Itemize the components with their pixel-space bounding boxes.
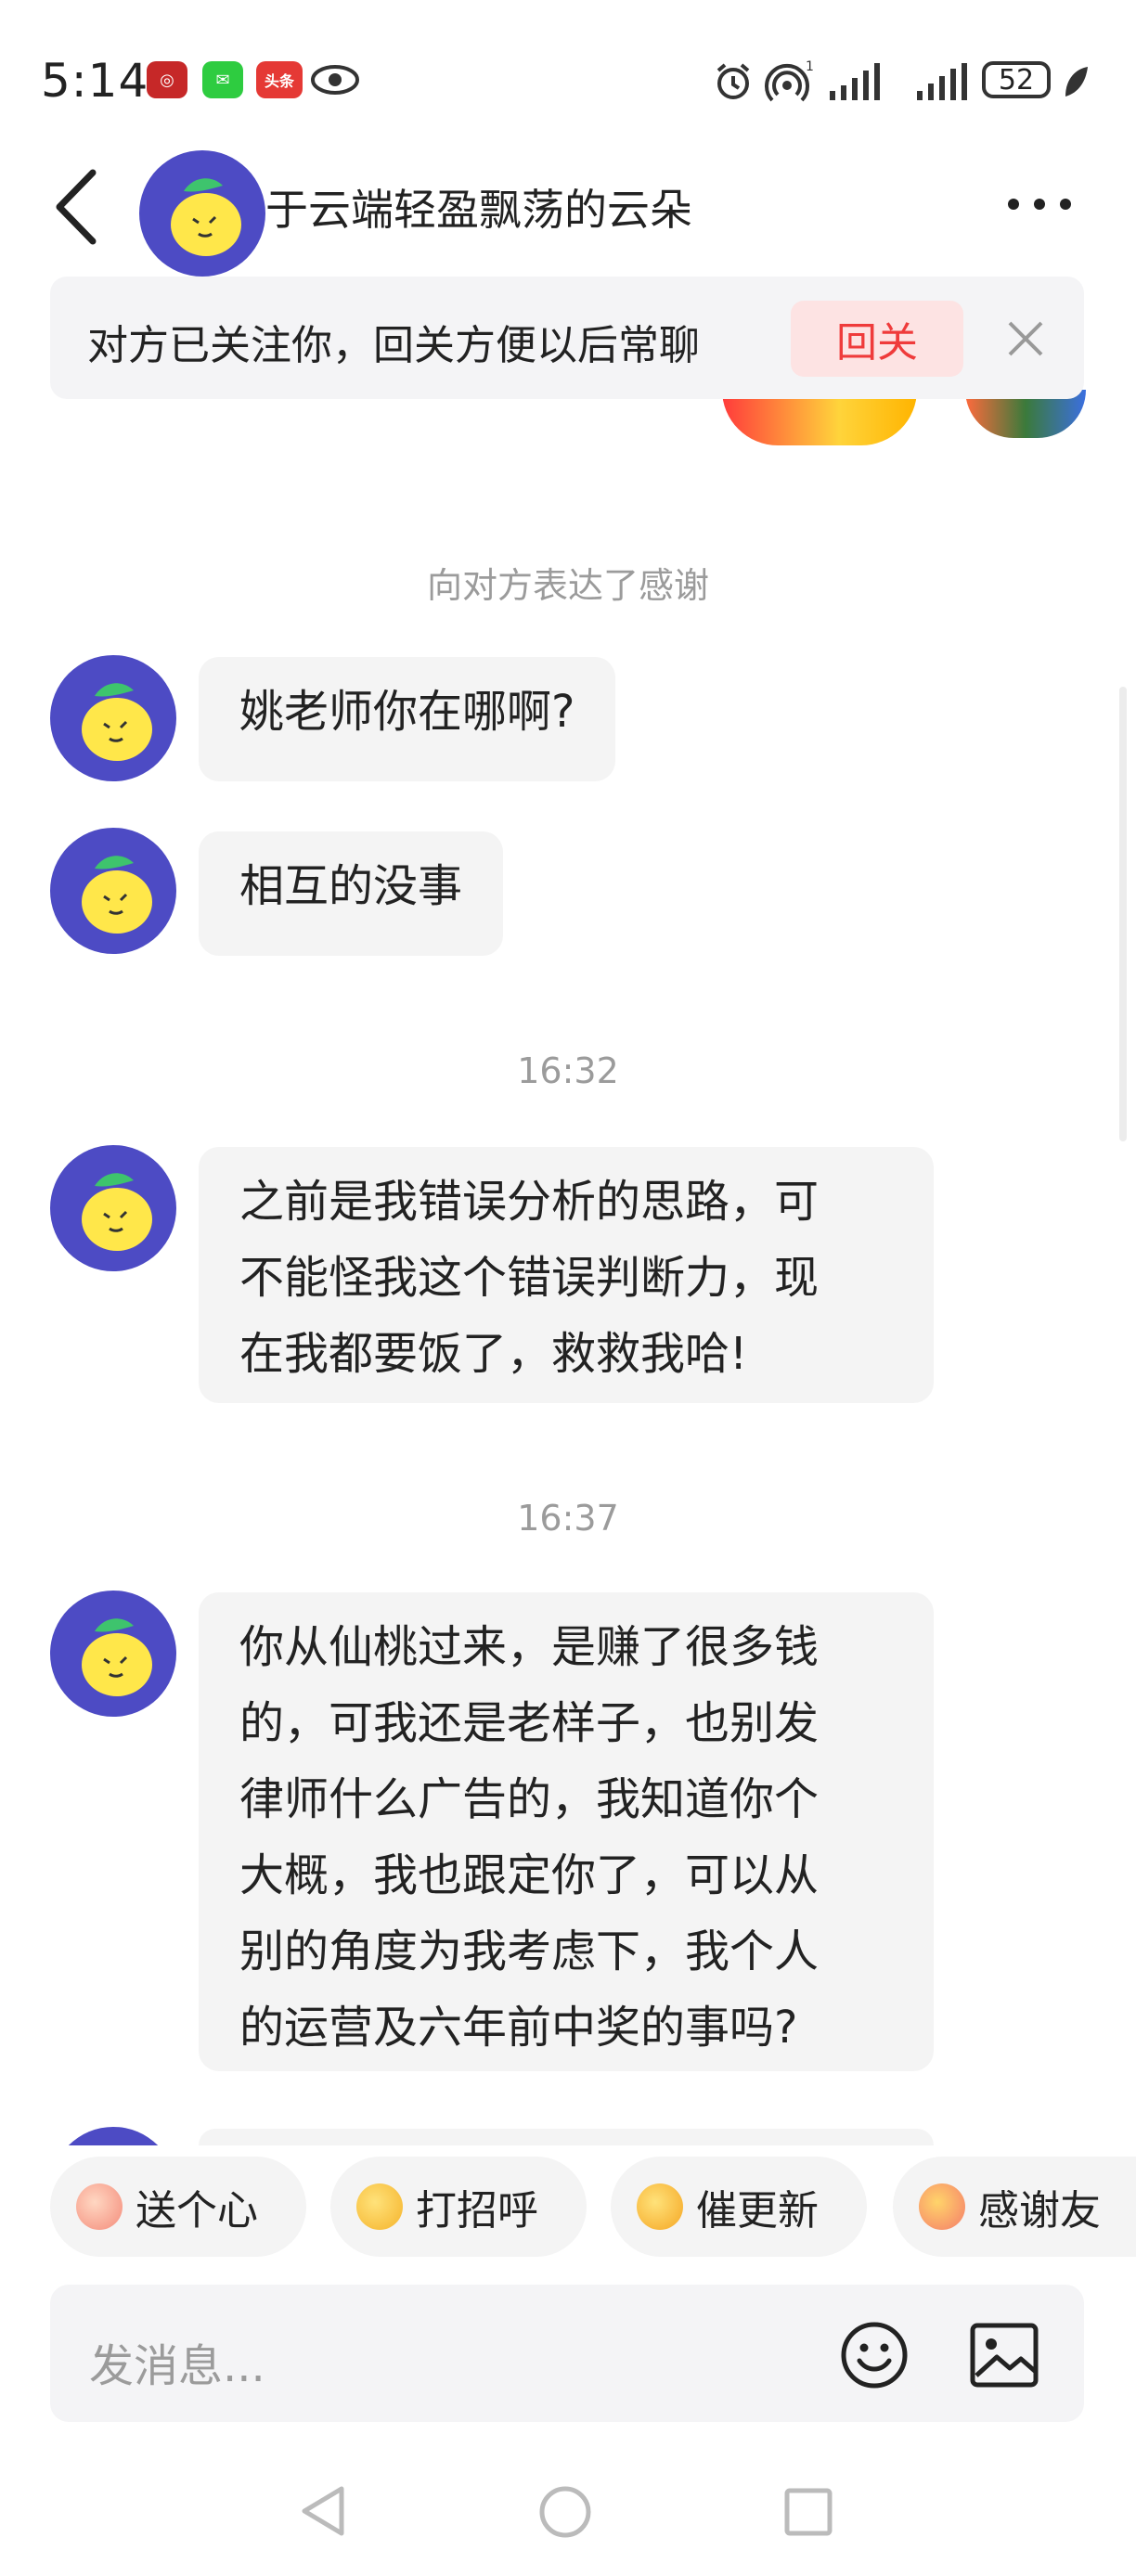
message-avatar[interactable] <box>50 1145 176 1271</box>
nav-home-icon[interactable] <box>538 2485 592 2539</box>
message-line: 不能怪我这个错误判断力，现 <box>239 1252 820 1304</box>
eye-icon <box>311 65 359 95</box>
quick-reply-label: 催更新 <box>696 2187 819 2235</box>
hug-emoji-icon <box>919 2183 965 2230</box>
wechat-icon: ✉ <box>202 61 243 98</box>
lemon-avatar-icon <box>82 856 152 934</box>
timestamp: 16:32 <box>517 1050 619 1091</box>
lemon-avatar-icon <box>82 1618 152 1696</box>
scrollbar[interactable] <box>1119 687 1127 1141</box>
lemon-avatar-icon <box>171 178 241 256</box>
alarm-icon <box>716 63 750 99</box>
contact-avatar[interactable] <box>139 150 265 277</box>
svg-text:1: 1 <box>806 59 813 74</box>
quick-reply-label: 打招呼 <box>416 2187 538 2235</box>
wave-emoji-icon <box>356 2183 403 2230</box>
quick-reply-thank-friend[interactable]: 感谢友 <box>893 2157 1136 2257</box>
toutiao-icon: 头条 <box>256 61 303 98</box>
hurry-emoji-icon <box>637 2183 683 2230</box>
more-dots-icon[interactable] <box>1002 186 1077 223</box>
quick-reply-label: 感谢友 <box>978 2187 1101 2235</box>
message-text: 相互的没事 <box>239 860 463 912</box>
quick-reply-send-heart[interactable]: 送个心 <box>50 2157 306 2257</box>
status-time: 5:14 <box>41 54 149 108</box>
message-line: 之前是我错误分析的思路，可 <box>239 1176 820 1228</box>
signal-icon <box>830 63 880 100</box>
message-avatar[interactable] <box>50 828 176 954</box>
nav-recent-icon[interactable] <box>783 2487 833 2537</box>
message-bubble[interactable]: 相互的没事 <box>199 831 504 956</box>
message-bubble[interactable]: 姚老师你在哪啊? <box>199 657 616 781</box>
follow-banner-text: 对方已关注你，回关方便以后常聊 <box>87 322 700 369</box>
contact-name: 于云端轻盈飘荡的云朵 <box>265 185 692 235</box>
signal-icon <box>917 63 967 100</box>
lemon-avatar-icon <box>82 683 152 761</box>
timestamp: 16:37 <box>517 1498 619 1539</box>
message-line: 在我都要饭了，救救我哈! <box>239 1328 748 1380</box>
message-bubble[interactable]: 你从仙桃过来，是赚了很多钱 的，可我还是老样子，也别发 律师什么广告的，我知道你… <box>199 1592 934 2071</box>
quick-reply-label: 送个心 <box>136 2187 258 2235</box>
message-avatar[interactable] <box>50 655 176 781</box>
nav-back-icon[interactable] <box>297 2483 349 2539</box>
leaf-icon <box>1065 67 1088 97</box>
message-text: 姚老师你在哪啊? <box>239 686 575 738</box>
chevron-left-icon[interactable] <box>48 165 104 249</box>
quick-reply-greet[interactable]: 打招呼 <box>330 2157 587 2257</box>
quick-reply-urge-update[interactable]: 催更新 <box>611 2157 867 2257</box>
follow-back-button[interactable]: 回关 <box>791 301 963 377</box>
message-bubble[interactable]: 之前是我错误分析的思路，可 不能怪我这个错误判断力，现 在我都要饭了，救救我哈! <box>199 1147 934 1403</box>
message-avatar[interactable] <box>50 1591 176 1717</box>
system-message: 向对方表达了感谢 <box>426 565 709 606</box>
message-bubble <box>199 2129 934 2145</box>
message-input-placeholder: 发消息... <box>89 2340 265 2392</box>
message-line: 的，可我还是老样子，也别发 <box>239 1697 820 1749</box>
image-icon[interactable] <box>969 2322 1039 2389</box>
heart-hand-emoji-icon <box>76 2183 123 2230</box>
message-line: 大概，我也跟定你了，可以从 <box>239 1849 820 1901</box>
message-avatar <box>50 2127 176 2145</box>
hotspot-icon: 1 <box>765 59 813 102</box>
message-line: 你从仙桃过来，是赚了很多钱 <box>239 1621 820 1673</box>
message-line: 律师什么广告的，我知道你个 <box>239 1773 820 1825</box>
smile-icon[interactable] <box>839 2320 910 2390</box>
message-line: 别的角度为我考虑下，我个人 <box>239 1926 820 1977</box>
bank-app-icon: ◎ <box>147 61 187 98</box>
message-line: 的运营及六年前中奖的事吗? <box>239 2002 798 2054</box>
close-icon[interactable] <box>1002 316 1049 362</box>
lemon-avatar-icon <box>82 1173 152 1251</box>
battery-icon: 52 <box>982 61 1051 98</box>
